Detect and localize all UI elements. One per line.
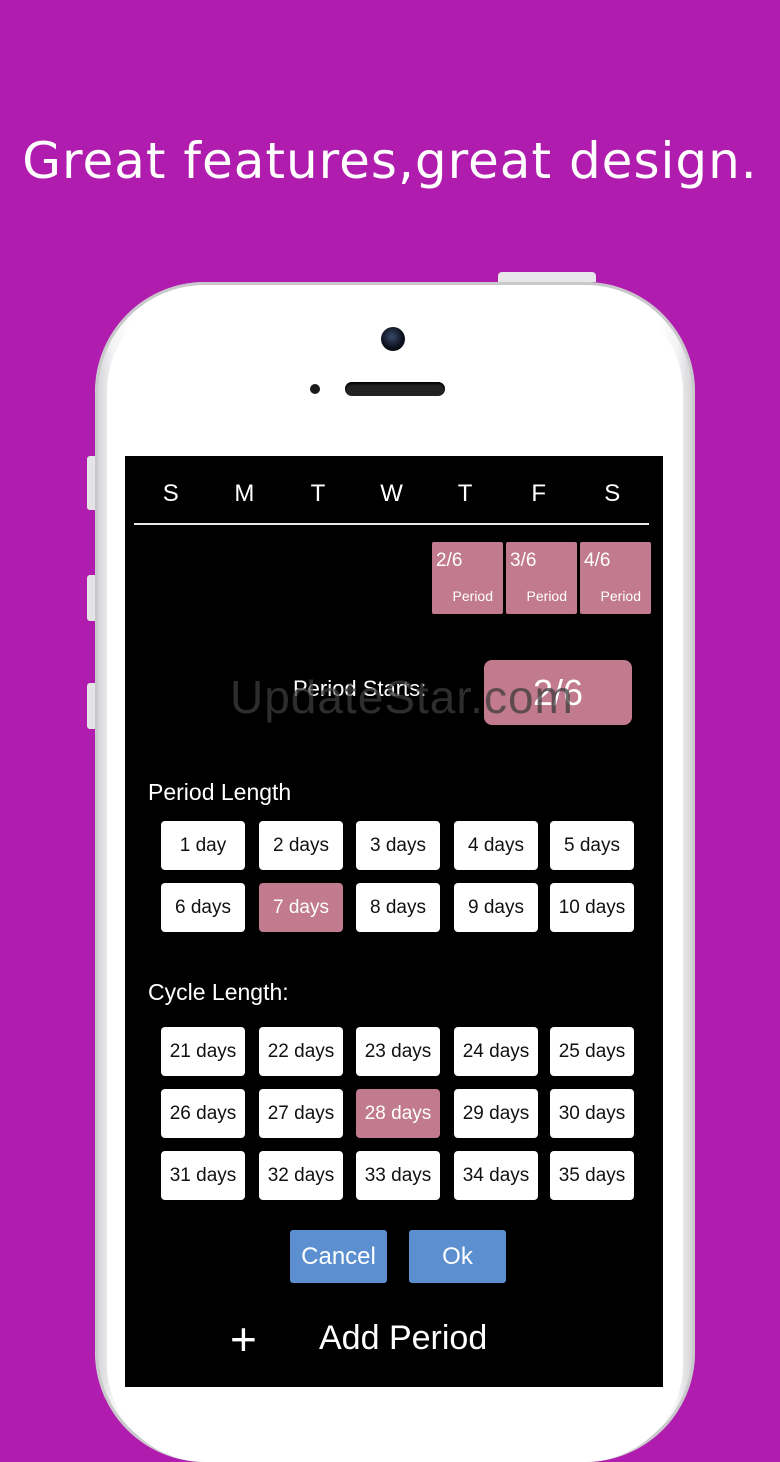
weekday-thu: T [457,480,473,507]
mute-switch [87,456,95,510]
cycle-length-option[interactable]: 33 days [356,1151,440,1200]
camera-icon [381,327,405,351]
weekday-wed: W [380,480,403,507]
period-length-option[interactable]: 2 days [259,821,343,870]
calendar-day-cell[interactable]: 3/6 Period [506,542,577,614]
weekday-divider [134,523,649,525]
cycle-length-option[interactable]: 30 days [550,1089,634,1138]
period-length-option[interactable]: 9 days [454,883,538,932]
cycle-length-option[interactable]: 34 days [454,1151,538,1200]
cycle-length-option[interactable]: 22 days [259,1027,343,1076]
period-starts-value[interactable]: 2/6 [484,660,632,725]
power-button [498,272,596,282]
weekday-fri: F [531,480,547,507]
cycle-length-option[interactable]: 35 days [550,1151,634,1200]
period-length-option[interactable]: 3 days [356,821,440,870]
period-length-option[interactable]: 8 days [356,883,440,932]
headline: Great features,great design. [22,132,758,190]
cycle-length-option[interactable]: 29 days [454,1089,538,1138]
cycle-length-option[interactable]: 24 days [454,1027,538,1076]
calendar-period-label: Period [452,588,493,604]
period-length-option[interactable]: 4 days [454,821,538,870]
period-length-title: Period Length [148,779,292,805]
speaker-grille [345,382,445,396]
calendar-date: 4/6 [584,550,611,571]
cycle-length-option[interactable]: 27 days [259,1089,343,1138]
cycle-length-option[interactable]: 23 days [356,1027,440,1076]
cycle-length-option[interactable]: 28 days [356,1089,440,1138]
calendar-day-cell[interactable]: 2/6 Period [432,542,503,614]
calendar-date: 3/6 [510,550,537,571]
weekday-header: S M T W T F S [134,480,649,516]
period-length-option[interactable]: 6 days [161,883,245,932]
weekday-sat: S [604,480,621,507]
sensor-dot [310,384,320,394]
volume-up-button [87,575,95,621]
period-starts-label: Period Starts: [293,676,427,701]
cycle-length-option[interactable]: 25 days [550,1027,634,1076]
cycle-length-title: Cycle Length: [148,979,289,1005]
cycle-length-option[interactable]: 21 days [161,1027,245,1076]
volume-down-button [87,683,95,729]
weekday-tue: T [310,480,326,507]
weekday-sun: S [162,480,179,507]
app-screen: S M T W T F S 2/6 Period 3/6 Period 4/6 … [125,456,663,1387]
weekday-mon: M [234,480,255,507]
period-length-option[interactable]: 1 day [161,821,245,870]
period-length-option[interactable]: 5 days [550,821,634,870]
period-length-option[interactable]: 7 days [259,883,343,932]
cycle-length-option[interactable]: 32 days [259,1151,343,1200]
period-length-option[interactable]: 10 days [550,883,634,932]
cycle-length-option[interactable]: 31 days [161,1151,245,1200]
plus-icon[interactable]: + [230,1314,257,1364]
cycle-length-option[interactable]: 26 days [161,1089,245,1138]
calendar-day-cell[interactable]: 4/6 Period [580,542,651,614]
calendar-period-label: Period [600,588,641,604]
calendar-date: 2/6 [436,550,463,571]
add-period-button[interactable]: Add Period [319,1319,487,1358]
calendar-period-label: Period [526,588,567,604]
ok-button[interactable]: Ok [409,1230,506,1283]
cancel-button[interactable]: Cancel [290,1230,387,1283]
